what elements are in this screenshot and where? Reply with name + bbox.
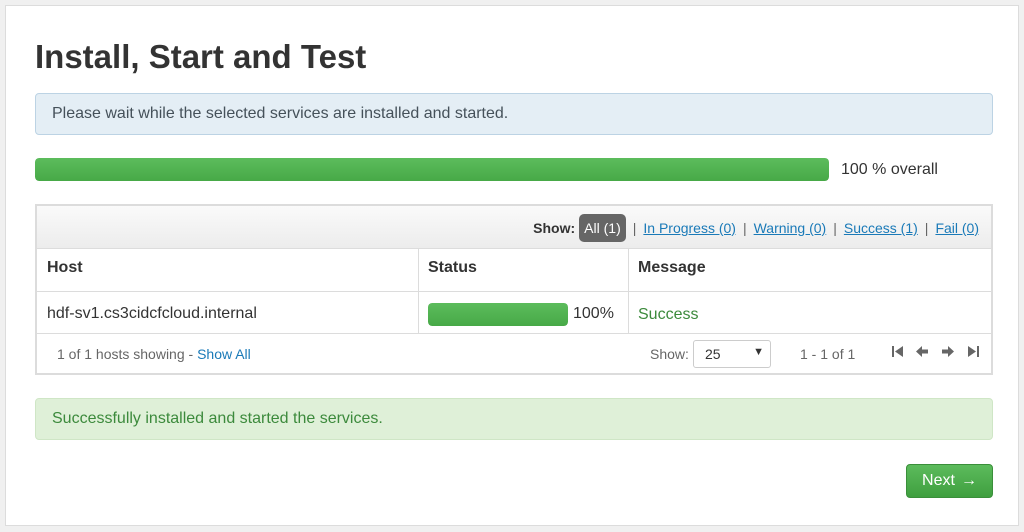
filter-separator: |	[742, 220, 747, 236]
filter-bar: Show: All (1) | In Progress (0) | Warnin…	[37, 206, 991, 249]
pagination-range: 1 - 1 of 1	[800, 346, 856, 362]
filter-in-progress[interactable]: In Progress (0)	[643, 220, 736, 236]
dropdown-caret-icon: ▼	[753, 346, 764, 358]
hosts-showing-text: 1 of 1 hosts showing -	[57, 346, 198, 362]
arrow-right-icon: →	[960, 472, 977, 489]
next-button[interactable]: Next →	[906, 464, 993, 498]
previous-page-icon[interactable]	[915, 345, 929, 361]
column-header-host[interactable]: Host	[47, 258, 83, 278]
row-progress-label: 100%	[573, 305, 614, 322]
overall-progress-label: 100 % overall	[841, 161, 938, 178]
page-size-value: 25	[705, 346, 721, 362]
first-page-icon[interactable]	[891, 345, 904, 361]
next-button-label: Next	[922, 472, 955, 489]
hosts-summary: 1 of 1 hosts showing - Show All	[57, 346, 251, 362]
page-size-label: Show:	[650, 346, 689, 362]
table-footer: 1 of 1 hosts showing - Show All Show: 25…	[37, 334, 991, 374]
filter-separator: |	[924, 220, 929, 236]
last-page-icon[interactable]	[967, 345, 980, 361]
filter-separator: |	[632, 220, 637, 236]
header-divider	[37, 291, 991, 292]
next-page-icon[interactable]	[941, 345, 955, 361]
status-filters: Show: All (1) | In Progress (0) | Warnin…	[533, 213, 979, 243]
overall-progress-bar	[35, 158, 829, 181]
hosts-table: Show: All (1) | In Progress (0) | Warnin…	[35, 204, 993, 375]
row-host: hdf-sv1.cs3cidcfcloud.internal	[47, 305, 257, 322]
info-alert: Please wait while the selected services …	[35, 93, 993, 135]
filter-all[interactable]: All (1)	[579, 214, 626, 242]
filter-warning[interactable]: Warning (0)	[754, 220, 827, 236]
page-size-select[interactable]: 25 ▼	[693, 340, 771, 368]
filter-success[interactable]: Success (1)	[844, 220, 918, 236]
overall-progress-fill	[35, 158, 829, 181]
show-all-link[interactable]: Show All	[197, 346, 251, 362]
install-panel: Install, Start and Test Please wait whil…	[5, 5, 1019, 526]
row-message[interactable]: Success	[638, 305, 698, 325]
column-header-status[interactable]: Status	[428, 258, 477, 278]
filter-separator: |	[833, 220, 837, 236]
filter-show-label: Show:	[533, 220, 576, 236]
page-title: Install, Start and Test	[35, 38, 367, 75]
row-progress-fill	[428, 303, 568, 326]
row-progress-bar[interactable]	[428, 303, 568, 326]
filter-fail[interactable]: Fail (0)	[935, 220, 979, 236]
column-header-message[interactable]: Message	[638, 258, 706, 278]
success-alert: Successfully installed and started the s…	[35, 398, 993, 440]
